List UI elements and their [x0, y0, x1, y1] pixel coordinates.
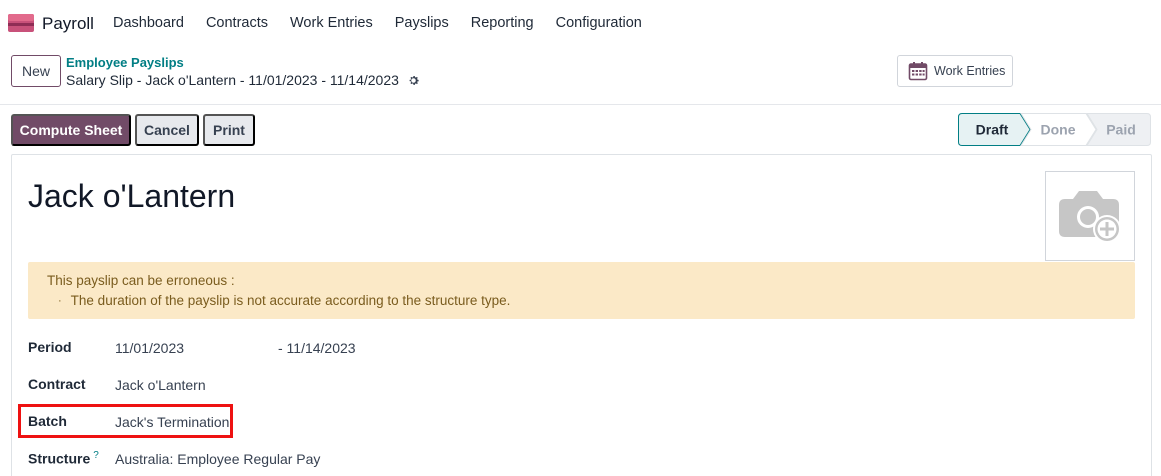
- cancel-button[interactable]: Cancel: [135, 114, 199, 146]
- structure-label-wrapper: Structure?: [28, 450, 99, 467]
- menu-contracts[interactable]: Contracts: [206, 15, 268, 31]
- batch-label: Batch: [28, 413, 67, 429]
- period-end-field[interactable]: - 11/14/2023: [278, 340, 356, 356]
- batch-field[interactable]: Jack's Termination: [115, 414, 229, 430]
- contract-field[interactable]: Jack o'Lantern: [115, 377, 206, 393]
- top-navbar: Payroll Dashboard Contracts Work Entries…: [0, 0, 1161, 46]
- work-entries-button[interactable]: Work Entries: [897, 55, 1013, 87]
- contract-label: Contract: [28, 376, 86, 392]
- alert-item: · The duration of the payslip is not acc…: [58, 293, 510, 308]
- new-button[interactable]: New: [11, 55, 61, 87]
- payroll-app-icon[interactable]: [8, 14, 34, 32]
- menu-reporting[interactable]: Reporting: [471, 15, 534, 31]
- period-start-field[interactable]: 11/01/2023: [115, 340, 184, 356]
- gear-icon[interactable]: [407, 74, 420, 87]
- period-label: Period: [28, 339, 72, 355]
- status-done-label: Done: [1041, 122, 1076, 138]
- status-draft[interactable]: Draft: [958, 113, 1031, 146]
- work-entries-label: Work Entries: [934, 64, 1006, 78]
- breadcrumb-current: Salary Slip - Jack o'Lantern - 11/01/202…: [66, 72, 399, 88]
- print-button[interactable]: Print: [203, 114, 255, 146]
- alert-title: This payslip can be erroneous :: [47, 273, 235, 288]
- app-name[interactable]: Payroll: [42, 14, 94, 34]
- status-paid-label: Paid: [1106, 122, 1136, 138]
- breadcrumb-current-wrapper: Salary Slip - Jack o'Lantern - 11/01/202…: [66, 72, 420, 88]
- main-menu: Dashboard Contracts Work Entries Payslip…: [113, 15, 664, 31]
- help-tooltip-icon[interactable]: ?: [93, 450, 99, 461]
- warning-alert: This payslip can be erroneous : · The du…: [28, 262, 1135, 319]
- status-draft-label: Draft: [976, 122, 1009, 138]
- menu-dashboard[interactable]: Dashboard: [113, 15, 184, 31]
- header-divider: [0, 104, 1161, 105]
- alert-bullet: ·: [58, 294, 62, 307]
- structure-field[interactable]: Australia: Employee Regular Pay: [115, 451, 320, 467]
- alert-item-text: The duration of the payslip is not accur…: [70, 293, 511, 308]
- status-bar: Draft Done Paid: [958, 113, 1151, 146]
- structure-label: Structure: [28, 450, 91, 467]
- employee-name: Jack o'Lantern: [28, 178, 236, 214]
- menu-payslips[interactable]: Payslips: [395, 15, 449, 31]
- breadcrumb-parent[interactable]: Employee Payslips: [66, 55, 184, 70]
- compute-sheet-button[interactable]: Compute Sheet: [11, 114, 131, 146]
- calendar-icon: [908, 62, 928, 81]
- status-done[interactable]: Done: [1020, 113, 1097, 146]
- menu-work-entries[interactable]: Work Entries: [290, 15, 373, 31]
- camera-add-icon: [1059, 191, 1121, 243]
- menu-configuration[interactable]: Configuration: [556, 15, 642, 31]
- employee-avatar[interactable]: [1045, 171, 1135, 261]
- status-paid[interactable]: Paid: [1086, 113, 1151, 146]
